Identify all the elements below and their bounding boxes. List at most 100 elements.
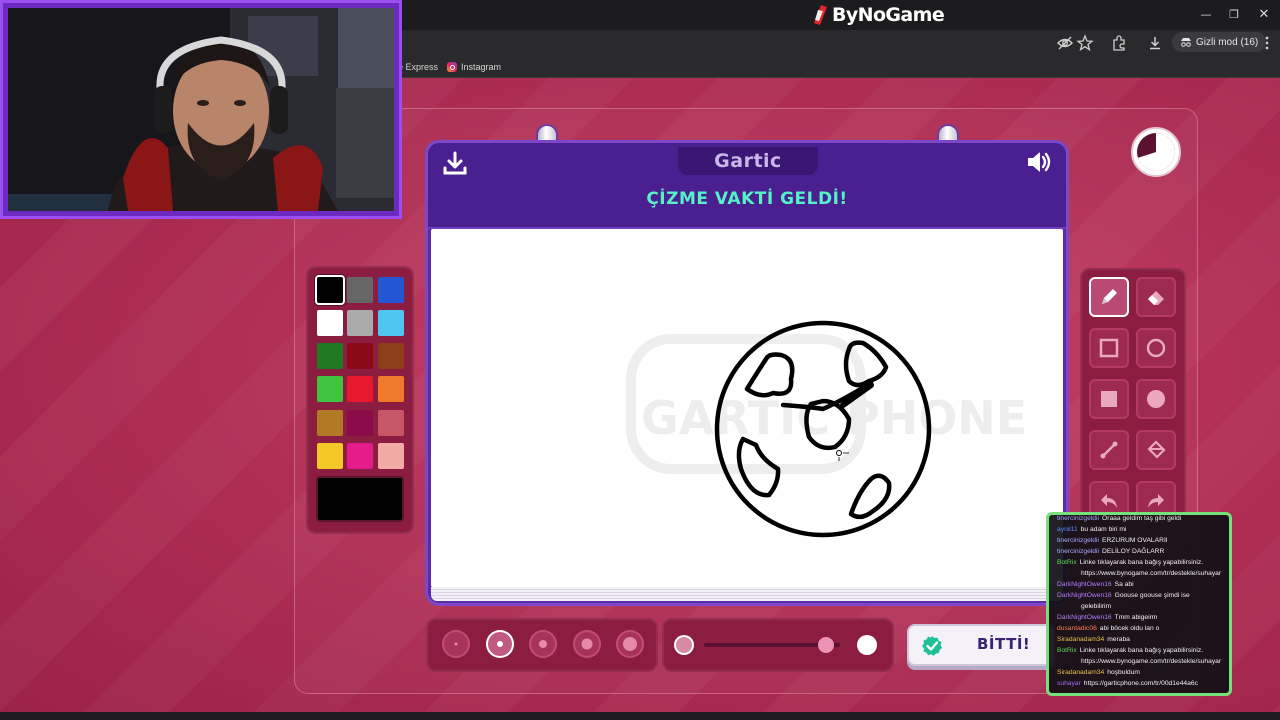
chat-message: DarkNightOwen16 Tmm abigeirm <box>1057 612 1229 623</box>
fill-bucket-icon <box>1147 440 1166 459</box>
color-swatch[interactable] <box>347 410 373 436</box>
color-palette <box>306 266 414 534</box>
color-swatch[interactable] <box>317 410 343 436</box>
chat-message: https://www.bynogame.com/tr/destekle/suh… <box>1057 568 1229 579</box>
color-swatch[interactable] <box>317 376 343 402</box>
chat-username: Siradanadam34 <box>1057 636 1105 643</box>
brush-size-3[interactable] <box>529 630 557 658</box>
bookmark-label: Instagram <box>461 62 502 72</box>
color-swatch[interactable] <box>317 310 343 336</box>
redo-icon <box>1148 494 1164 508</box>
chat-text: DELİLOY DAĞLARR <box>1102 548 1165 555</box>
opacity-max-indicator <box>857 635 877 655</box>
pencil-icon <box>1102 289 1117 304</box>
volume-icon[interactable] <box>1024 147 1054 177</box>
chat-text: Goouse goouse şimdi ise <box>1114 592 1190 599</box>
color-swatch[interactable] <box>347 310 373 336</box>
brand-name: ByNoGame <box>832 4 945 26</box>
chat-message: Siradanadam34 hoşbuldum <box>1057 667 1229 678</box>
drawing-board: Gartic ÇİZME VAKTİ GELDİ! GARTIC PHONE <box>425 140 1069 606</box>
incognito-indicator[interactable]: Gizli mod (16) <box>1172 32 1267 52</box>
ellipse-outline-tool[interactable] <box>1136 328 1176 368</box>
color-swatch[interactable] <box>378 277 404 303</box>
chat-text: Sa abi <box>1114 581 1134 588</box>
chat-username: DarkNightOwen16 <box>1057 581 1112 588</box>
color-swatch[interactable] <box>317 343 343 369</box>
instagram-icon <box>447 62 457 72</box>
chat-text: abi böcek oldu lan o <box>1099 625 1160 632</box>
eye-off-icon[interactable] <box>1056 34 1074 52</box>
eraser-tool[interactable] <box>1136 277 1176 317</box>
rectangle-outline-icon <box>1099 338 1119 358</box>
bynogame-logo-icon <box>814 5 827 25</box>
chat-message: BotRix Linke tıklayarak bana bağış yapabi… <box>1057 557 1229 568</box>
opacity-slider <box>662 618 894 672</box>
current-color-preview <box>316 476 404 522</box>
color-swatch[interactable] <box>317 443 343 469</box>
chat-message: DarkNightOwen16 Sa abi <box>1057 579 1229 590</box>
chat-username: DarkNightOwen16 <box>1057 614 1112 621</box>
download-drawing-icon[interactable] <box>440 149 470 179</box>
chat-message: tinercinizgeldii ERZURUM OVALARII <box>1057 535 1229 546</box>
chat-message: BotRix Linke tıklayarak bana bağış yapabi… <box>1057 645 1229 656</box>
color-swatch[interactable] <box>378 343 404 369</box>
fill-bucket-tool[interactable] <box>1136 430 1176 470</box>
color-swatch[interactable] <box>317 277 343 303</box>
bookmark-instagram[interactable]: Instagram <box>447 59 501 75</box>
chat-message: gelebilirim <box>1057 601 1229 612</box>
restore-icon[interactable]: ❐ <box>1224 6 1244 24</box>
bookmark-star-icon[interactable] <box>1076 34 1094 52</box>
eraser-icon <box>1148 291 1164 305</box>
rectangle-outline-tool[interactable] <box>1089 328 1129 368</box>
minimize-icon[interactable]: — <box>1196 6 1216 24</box>
extensions-icon[interactable] <box>1110 34 1128 52</box>
color-swatch[interactable] <box>378 376 404 402</box>
drawing-canvas[interactable]: GARTIC PHONE <box>431 229 1063 587</box>
color-swatch[interactable] <box>347 376 373 402</box>
chat-username: BotRix <box>1057 647 1077 654</box>
pencil-tool[interactable] <box>1089 277 1129 317</box>
brush-size-1[interactable] <box>442 630 470 658</box>
brush-size-4[interactable] <box>573 630 601 658</box>
chat-message: https://www.bynogame.com/tr/destekle/suh… <box>1057 656 1229 667</box>
check-icon <box>922 636 942 656</box>
color-swatch[interactable] <box>378 443 404 469</box>
chat-username: tinercinizgeldii <box>1057 548 1100 555</box>
line-tool[interactable] <box>1089 430 1129 470</box>
chat-text: https://www.bynogame.com/tr/destekle/suh… <box>1081 658 1222 665</box>
brush-size-5[interactable] <box>616 630 644 658</box>
chat-username: tinercinizgeldii <box>1057 537 1100 544</box>
bookmark-express[interactable]: e Express <box>398 59 438 75</box>
line-icon <box>1100 441 1118 459</box>
chat-message: DarkNightOwen16 Goouse goouse şimdi ise <box>1057 590 1229 601</box>
chat-text: hoşbuldum <box>1107 669 1140 676</box>
ellipse-filled-icon <box>1147 390 1165 408</box>
ellipse-filled-tool[interactable] <box>1136 379 1176 419</box>
chat-username: DarkNightOwen16 <box>1057 592 1112 599</box>
color-swatch[interactable] <box>347 343 373 369</box>
streamer-video-image <box>8 8 394 211</box>
bookmark-label: e Express <box>398 62 439 72</box>
done-button[interactable]: BİTTİ! <box>907 624 1055 666</box>
download-icon[interactable] <box>1146 34 1164 52</box>
rectangle-filled-icon <box>1101 391 1117 407</box>
paper-stack-edge <box>431 587 1063 601</box>
taskbar-edge <box>0 712 1280 720</box>
chat-text: Oraaa geldim taş gibi geldi <box>1102 515 1182 522</box>
color-swatch[interactable] <box>347 277 373 303</box>
color-swatch[interactable] <box>378 310 404 336</box>
brush-size-2[interactable] <box>486 630 514 658</box>
chat-text: https://www.bynogame.com/tr/destekle/suh… <box>1081 570 1222 577</box>
watermark-text: GARTIC PHONE <box>641 391 1027 445</box>
chat-username: dusantadic06 <box>1057 625 1097 632</box>
canvas-drawing: GARTIC PHONE <box>626 320 1027 538</box>
chat-message-list: tinercinizgeldii Oraaa geldim taş gibi ge… <box>1057 515 1229 689</box>
close-icon[interactable]: ✕ <box>1254 6 1274 24</box>
chat-message: Siradanadam34 meraba <box>1057 634 1229 645</box>
chat-username: tinercinizgeldii <box>1057 515 1100 522</box>
opacity-slider-handle[interactable] <box>818 637 835 653</box>
chat-message: dusantadic06 abi böcek oldu lan o <box>1057 623 1229 634</box>
color-swatch[interactable] <box>378 410 404 436</box>
color-swatch[interactable] <box>347 443 373 469</box>
rectangle-filled-tool[interactable] <box>1089 379 1129 419</box>
